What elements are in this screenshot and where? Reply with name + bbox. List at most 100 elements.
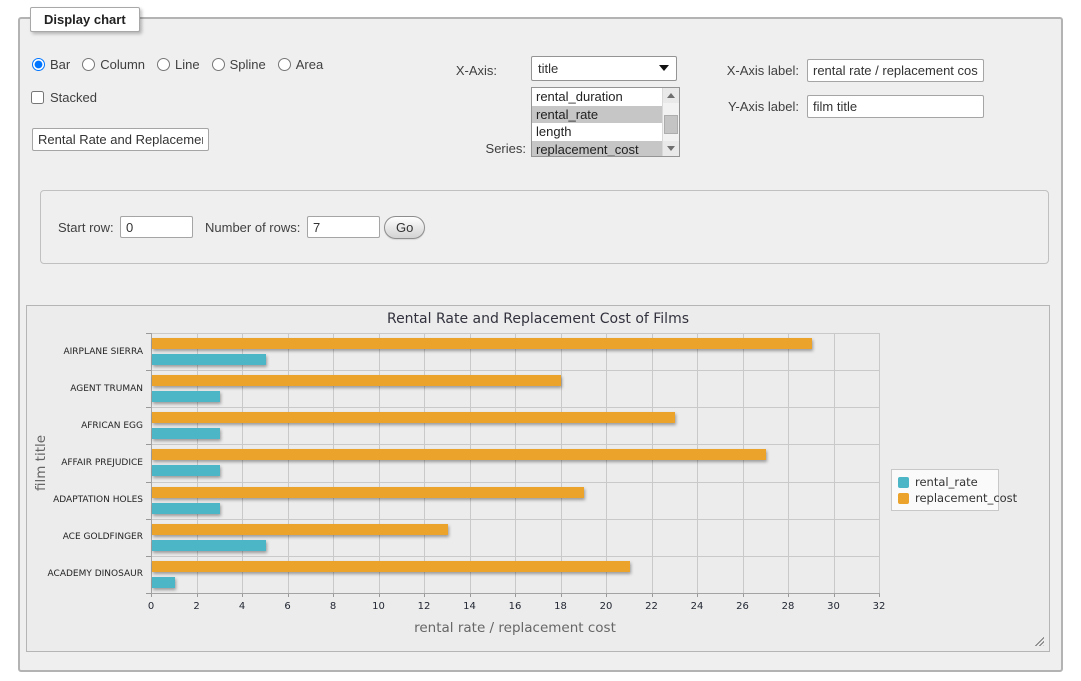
y-gridline xyxy=(151,444,879,445)
chart-type-radio-spline[interactable] xyxy=(212,58,225,71)
legend-label: rental_rate xyxy=(915,475,978,489)
chart-type-radio-column[interactable] xyxy=(82,58,95,71)
bar-replacement_cost xyxy=(152,487,584,498)
x-gridline xyxy=(606,333,607,593)
chart-type-radio-label: Column xyxy=(100,57,145,72)
chart-type-option-spline[interactable]: Spline xyxy=(212,57,266,72)
stacked-checkbox[interactable] xyxy=(31,91,44,104)
y-gridline xyxy=(151,333,879,334)
chart-type-radio-group: Bar Column Line Spline Area xyxy=(32,57,335,72)
chart-title-input[interactable] xyxy=(32,128,209,151)
category-label: ACE GOLDFINGER xyxy=(27,532,143,542)
series-option-length[interactable]: length xyxy=(532,123,662,141)
x-tick-label: 32 xyxy=(864,601,894,612)
start-row-input[interactable] xyxy=(120,216,193,238)
series-option-rental_duration[interactable]: rental_duration xyxy=(532,88,662,106)
display-chart-panel: Display chart BarColumnLineSplineArea St… xyxy=(18,17,1063,672)
legend-swatch xyxy=(898,477,909,488)
num-rows-input[interactable] xyxy=(307,216,380,238)
bar-replacement_cost xyxy=(152,561,630,572)
chart-legend: rental_ratereplacement_cost xyxy=(891,469,999,511)
panel-title: Display chart xyxy=(30,7,140,32)
chart-type-radio-area[interactable] xyxy=(278,58,291,71)
y-gridline xyxy=(151,482,879,483)
chart-type-radio-label: Line xyxy=(175,57,200,72)
category-label: AFRICAN EGG xyxy=(27,421,143,431)
bar-replacement_cost xyxy=(152,338,812,349)
x-tick-label: 14 xyxy=(455,601,485,612)
category-label: AIRPLANE SIERRA xyxy=(27,347,143,357)
y-axis-label-input[interactable] xyxy=(807,95,984,118)
bar-replacement_cost xyxy=(152,449,766,460)
x-axis-title: rental rate / replacement cost xyxy=(151,620,879,636)
chart-type-option-column[interactable]: Column xyxy=(82,57,145,72)
x-tick-label: 2 xyxy=(182,601,212,612)
num-rows-label: Number of rows: xyxy=(205,220,300,235)
bar-rental_rate xyxy=(152,540,266,551)
chart-type-option-area[interactable]: Area xyxy=(278,57,323,72)
x-gridline xyxy=(788,333,789,593)
x-gridline xyxy=(879,333,880,593)
bar-rental_rate xyxy=(152,391,220,402)
series-scrollbar[interactable] xyxy=(662,88,679,156)
chart-type-radio-label: Bar xyxy=(50,57,70,72)
x-tick-label: 10 xyxy=(364,601,394,612)
bar-rental_rate xyxy=(152,503,220,514)
x-axis-select-wrap: title xyxy=(531,56,677,81)
chart-type-radio-label: Area xyxy=(296,57,323,72)
bar-replacement_cost xyxy=(152,524,448,535)
chart-title: Rental Rate and Replacement Cost of Film… xyxy=(27,311,1049,327)
x-gridline xyxy=(197,333,198,593)
bar-rental_rate xyxy=(152,428,220,439)
legend-item-rental_rate[interactable]: rental_rate xyxy=(898,474,992,490)
x-gridline xyxy=(288,333,289,593)
x-gridline xyxy=(242,333,243,593)
x-tick-label: 22 xyxy=(637,601,667,612)
scroll-up-button[interactable] xyxy=(663,88,679,103)
x-gridline xyxy=(515,333,516,593)
page: Display chart Bar Column Line Spline Area St… xyxy=(0,0,1081,681)
x-gridline xyxy=(379,333,380,593)
resize-handle-icon[interactable] xyxy=(1033,635,1044,646)
go-button[interactable]: Go xyxy=(384,216,425,239)
y-axis-label-label: Y-Axis label: xyxy=(684,99,799,114)
x-tick-label: 0 xyxy=(136,601,166,612)
scroll-down-icon xyxy=(667,146,675,151)
x-tick-label: 16 xyxy=(500,601,530,612)
x-axis-label-input[interactable] xyxy=(807,59,984,82)
x-gridline xyxy=(424,333,425,593)
row-range-box: Start row: Number of rows: Go xyxy=(40,190,1049,264)
chart-type-radio-label: Spline xyxy=(230,57,266,72)
x-axis-select-label: X-Axis: xyxy=(402,63,497,78)
scroll-up-icon xyxy=(667,93,675,98)
x-tick-label: 30 xyxy=(819,601,849,612)
stacked-label: Stacked xyxy=(50,90,97,105)
category-label: AGENT TRUMAN xyxy=(27,384,143,394)
x-tick-label: 24 xyxy=(682,601,712,612)
legend-item-replacement_cost[interactable]: replacement_cost xyxy=(898,490,992,506)
y-gridline xyxy=(151,370,879,371)
chart-type-radio-line[interactable] xyxy=(157,58,170,71)
x-tick-label: 26 xyxy=(728,601,758,612)
series-option-rental_rate[interactable]: rental_rate xyxy=(532,106,662,124)
x-axis-select[interactable]: title xyxy=(531,56,677,81)
bar-replacement_cost xyxy=(152,375,561,386)
series-option-replacement_cost[interactable]: replacement_cost xyxy=(532,141,662,158)
chart-type-option-bar[interactable]: Bar xyxy=(32,57,70,72)
x-gridline xyxy=(470,333,471,593)
chart-type-radio-bar[interactable] xyxy=(32,58,45,71)
x-gridline xyxy=(743,333,744,593)
x-tick-label: 12 xyxy=(409,601,439,612)
y-gridline xyxy=(151,556,879,557)
x-gridline xyxy=(697,333,698,593)
x-tick-label: 20 xyxy=(591,601,621,612)
chart-type-option-line[interactable]: Line xyxy=(157,57,200,72)
legend-label: replacement_cost xyxy=(915,491,1017,505)
series-listbox[interactable]: rental_durationrental_ratelengthreplacem… xyxy=(531,87,680,157)
category-label: ADAPTATION HOLES xyxy=(27,495,143,505)
chart-panel: Rental Rate and Replacement Cost of Film… xyxy=(26,305,1050,652)
x-axis-line xyxy=(151,593,880,594)
scroll-down-button[interactable] xyxy=(663,141,679,156)
scrollbar-thumb[interactable] xyxy=(664,115,678,134)
bar-rental_rate xyxy=(152,577,175,588)
